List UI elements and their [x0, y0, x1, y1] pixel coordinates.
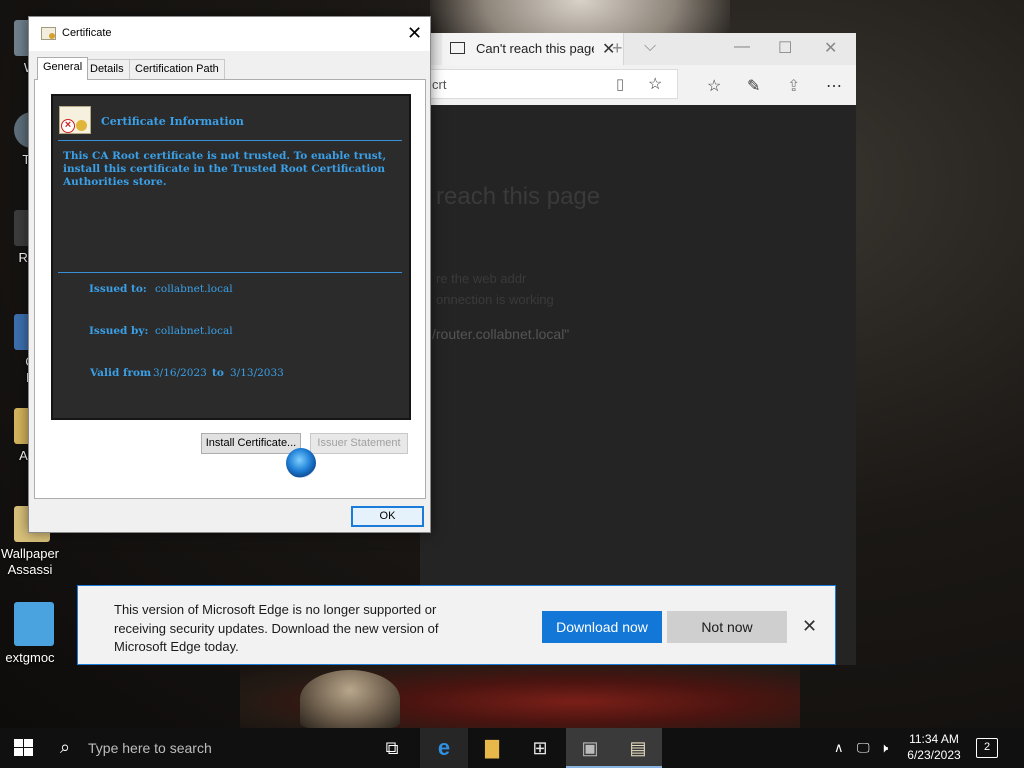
address-text: crt — [432, 77, 447, 92]
tab-details[interactable]: Details — [84, 59, 130, 79]
page-text: re the web addr — [436, 271, 527, 286]
certificate-info-box: × Certificate Information This CA Root c… — [51, 94, 411, 420]
divider — [58, 272, 402, 273]
file-explorer-icon[interactable]: ▇ — [468, 728, 516, 768]
issuer-statement-button[interactable]: Issuer Statement — [310, 433, 408, 454]
reading-view-icon[interactable]: ▯ — [616, 75, 624, 93]
untrusted-certificate-icon: × — [59, 106, 91, 134]
store-icon[interactable]: ⊞ — [516, 728, 564, 768]
desktop-icon-label: extgmoc — [5, 650, 55, 665]
desktop-icon-extgmoc[interactable]: extgmoc — [0, 602, 60, 666]
issued-to-value: collabnet.local — [155, 283, 233, 295]
install-certificate-button[interactable]: Install Certificate... — [201, 433, 301, 454]
tab-title: Can't reach this page — [476, 41, 594, 56]
new-tab-icon[interactable]: + — [612, 38, 623, 59]
task-view-icon[interactable]: ⧉ — [368, 728, 416, 768]
start-button[interactable] — [0, 728, 48, 768]
search-placeholder: Type here to search — [88, 740, 212, 756]
tab-certification-path[interactable]: Certification Path — [129, 59, 225, 79]
dialog-titlebar: Certificate ✕ — [29, 17, 430, 51]
certificate-icon — [41, 27, 56, 40]
page-icon — [450, 42, 465, 54]
edge-tab[interactable]: Can't reach this page ✕ — [442, 33, 624, 65]
close-window-icon[interactable]: ✕ — [824, 38, 837, 58]
date: 6/23/2023 — [907, 748, 961, 762]
ok-button[interactable]: OK — [351, 506, 424, 527]
valid-from-value: 3/16/2023 — [153, 367, 207, 379]
taskbar: ⌕ Type here to search ⧉ e ▇ ⊞ ▣ ▤ ∧ 🖵 🕨 … — [0, 728, 1024, 768]
close-icon[interactable]: ✕ — [407, 23, 422, 44]
search-icon: ⌕ — [60, 737, 71, 757]
issued-by-value: collabnet.local — [155, 325, 233, 337]
time: 11:34 AM — [909, 732, 959, 746]
download-now-button[interactable]: Download now — [542, 611, 662, 643]
page-url-text: /router.collabnet.local" — [432, 326, 570, 342]
minimize-icon[interactable]: — — [734, 38, 750, 56]
issued-to-label: Issued to: — [89, 283, 147, 295]
desktop-icon-label: Wallpaper Assassi — [0, 546, 60, 577]
divider — [58, 140, 402, 141]
favorites-icon[interactable]: ☆ — [707, 76, 721, 96]
maximize-icon[interactable]: ☐ — [778, 38, 792, 58]
busy-spinner-icon — [286, 448, 316, 478]
certificate-manager-taskbar-icon[interactable]: ▣ — [566, 728, 614, 768]
tab-general[interactable]: General — [37, 57, 89, 80]
issued-by-label: Issued by: — [89, 325, 149, 337]
page-text: onnection is working — [436, 292, 554, 307]
pen-icon[interactable]: ✎ — [747, 76, 760, 96]
address-bar[interactable]: crt ▯ ☆ — [420, 69, 678, 99]
trust-message: This CA Root certificate is not trusted.… — [63, 150, 387, 188]
volume-icon[interactable]: 🕨 — [880, 740, 888, 756]
dialog-title: Certificate — [62, 27, 112, 39]
info-heading: Certificate Information — [101, 115, 244, 128]
more-icon[interactable]: ⋯ — [826, 76, 842, 96]
certificate-taskbar-icon[interactable]: ▤ — [614, 728, 662, 768]
edge-taskbar-icon[interactable]: e — [420, 728, 468, 768]
certificate-dialog: Certificate ✕ General Details Certificat… — [28, 16, 431, 533]
valid-to-value: 3/13/2033 — [230, 367, 284, 379]
share-icon[interactable]: ⇪ — [787, 76, 800, 96]
page-heading: reach this page — [436, 183, 601, 210]
valid-to-label: to — [212, 367, 224, 379]
edge-titlebar: Can't reach this page ✕ + ⌵ — ☐ ✕ — [420, 33, 856, 65]
favorite-star-icon[interactable]: ☆ — [648, 74, 662, 94]
windows-logo-icon — [14, 739, 34, 757]
app-icon — [14, 602, 54, 646]
valid-from-label: Valid from — [90, 367, 152, 379]
taskbar-search[interactable]: ⌕ Type here to search — [48, 728, 368, 768]
edge-update-notification: This version of Microsoft Edge is no lon… — [77, 585, 836, 665]
clock[interactable]: 11:34 AM 6/23/2023 — [906, 731, 962, 763]
notification-message: This version of Microsoft Edge is no lon… — [114, 602, 439, 654]
action-center-icon[interactable]: 2 — [976, 738, 998, 758]
close-icon[interactable]: ✕ — [802, 616, 817, 637]
edge-toolbar: crt ▯ ☆ ☆ ✎ ⇪ ⋯ — [420, 65, 856, 105]
general-tab-panel: × Certificate Information This CA Root c… — [34, 79, 426, 499]
notification-count: 2 — [983, 741, 991, 753]
tab-list-chevron-icon[interactable]: ⌵ — [644, 38, 656, 56]
edge-window: Can't reach this page ✕ + ⌵ — ☐ ✕ crt ▯ … — [420, 33, 856, 665]
network-icon[interactable]: 🖵 — [857, 740, 870, 756]
wallpaper-helmet — [300, 670, 400, 728]
show-hidden-icons-chevron-icon[interactable]: ∧ — [834, 740, 844, 756]
not-now-button[interactable]: Not now — [667, 611, 787, 643]
